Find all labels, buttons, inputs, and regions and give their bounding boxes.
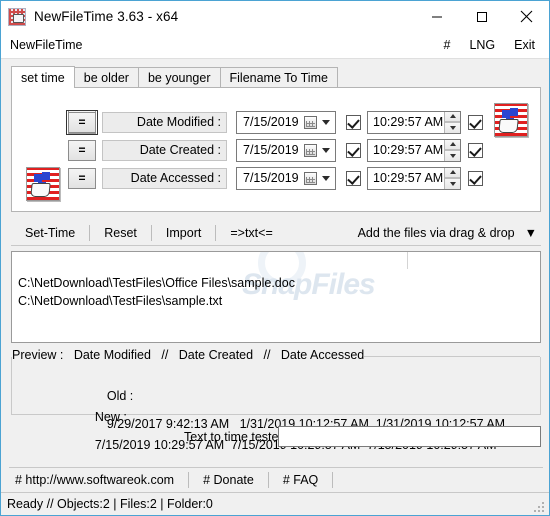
date-value-modified: 7/15/2019: [243, 115, 299, 129]
spinner-up-icon[interactable]: [445, 139, 460, 150]
command-bar: Set-Time Reset Import =>txt<= Add the fi…: [11, 220, 541, 246]
time-value-created: 10:29:57 AM: [373, 143, 444, 157]
status-text: Ready // Objects:2 | Files:2 | Folder:0: [7, 497, 213, 511]
time-spinner-accessed[interactable]: [444, 167, 460, 189]
chevron-down-icon[interactable]: [322, 147, 330, 153]
calendar-icon[interactable]: [304, 115, 317, 129]
time-value-accessed: 10:29:57 AM: [373, 171, 444, 185]
date-input-accessed[interactable]: 7/15/2019: [236, 166, 336, 190]
text-to-time-tester-input[interactable]: [278, 426, 541, 447]
text-to-time-tester-label: Text to time tester: [184, 430, 283, 444]
set-time-button[interactable]: Set-Time: [11, 220, 89, 246]
drag-drop-dropdown[interactable]: Add the files via drag & drop ▼: [358, 226, 541, 240]
spinner-down-icon[interactable]: [445, 178, 460, 189]
link-website[interactable]: # http://www.softwareok.com: [9, 473, 188, 487]
chevron-down-icon[interactable]: [322, 175, 330, 181]
export-txt-button[interactable]: =>txt<=: [216, 220, 286, 246]
preview-group: Preview : Date Modified // Date Created …: [11, 348, 541, 452]
time-spinner-created[interactable]: [444, 139, 460, 161]
import-button[interactable]: Import: [152, 220, 215, 246]
menu-item-hash[interactable]: #: [444, 38, 451, 52]
maximize-icon[interactable]: [459, 1, 504, 32]
time-input-created[interactable]: 10:29:57 AM: [367, 138, 461, 162]
minimize-icon[interactable]: [414, 1, 459, 32]
app-window: NewFileTime 3.63 - x64 NewFileTime # LNG…: [0, 0, 550, 516]
checkbox-date-modified[interactable]: [346, 114, 361, 130]
checkbox-time-accessed[interactable]: [468, 170, 483, 186]
spinner-up-icon[interactable]: [445, 111, 460, 122]
checkbox-time-created[interactable]: [468, 142, 483, 158]
time-input-accessed[interactable]: 10:29:57 AM: [367, 166, 461, 190]
spinner-up-icon[interactable]: [445, 167, 460, 178]
status-bar: Ready // Objects:2 | Files:2 | Folder:0: [1, 492, 549, 515]
spinner-down-icon[interactable]: [445, 122, 460, 133]
chevron-down-icon[interactable]: ▼: [525, 226, 537, 240]
equalize-button-created[interactable]: =: [68, 139, 96, 161]
tab-set-time[interactable]: set time: [11, 66, 75, 88]
calendar-icon[interactable]: [304, 171, 317, 185]
label-date-created: Date Created :: [102, 139, 227, 161]
spinner-down-icon[interactable]: [445, 150, 460, 161]
date-value-created: 7/15/2019: [243, 143, 299, 157]
set-time-panel: = Date Modified : 7/15/2019 10:29:57 AM …: [11, 87, 541, 212]
divider: [332, 472, 334, 488]
equalize-button-accessed[interactable]: =: [68, 167, 96, 189]
chevron-down-icon[interactable]: [322, 119, 330, 125]
link-donate[interactable]: # Donate: [189, 473, 268, 487]
list-item[interactable]: C:\NetDownload\TestFiles\Office Files\sa…: [12, 274, 540, 292]
time-stamp-icon-left[interactable]: [26, 167, 60, 201]
tab-be-younger[interactable]: be younger: [137, 67, 221, 88]
resize-grip-icon[interactable]: [534, 500, 546, 512]
checkbox-time-modified[interactable]: [468, 114, 483, 130]
label-date-modified: Date Modified :: [102, 111, 227, 133]
list-item[interactable]: C:\NetDownload\TestFiles\sample.txt: [12, 292, 540, 310]
tab-strip: set time be older be younger Filename To…: [11, 66, 541, 88]
file-list[interactable]: SnapFiles C:\NetDownload\TestFiles\Offic…: [11, 251, 541, 343]
date-input-created[interactable]: 7/15/2019: [236, 138, 336, 162]
title-bar: NewFileTime 3.63 - x64: [1, 1, 549, 32]
tab-be-older[interactable]: be older: [73, 67, 139, 88]
window-title: NewFileTime 3.63 - x64: [34, 9, 179, 24]
time-value-modified: 10:29:57 AM: [373, 115, 444, 129]
checkbox-date-created[interactable]: [346, 142, 361, 158]
menu-item-newfiletime[interactable]: NewFileTime: [10, 38, 82, 52]
window-controls: [414, 1, 549, 32]
label-date-accessed: Date Accessed :: [102, 167, 227, 189]
date-input-modified[interactable]: 7/15/2019: [236, 110, 336, 134]
menu-item-exit[interactable]: Exit: [514, 38, 535, 52]
menu-bar: NewFileTime # LNG Exit: [1, 32, 549, 59]
checkbox-date-accessed[interactable]: [346, 170, 361, 186]
preview-legend: Preview : Date Modified // Date Created …: [12, 348, 365, 362]
close-icon[interactable]: [504, 1, 549, 32]
date-value-accessed: 7/15/2019: [243, 171, 299, 185]
links-bar: # http://www.softwareok.com # Donate # F…: [9, 467, 543, 492]
menu-item-lng[interactable]: LNG: [469, 38, 495, 52]
calendar-icon[interactable]: [304, 143, 317, 157]
time-input-modified[interactable]: 10:29:57 AM: [367, 110, 461, 134]
time-spinner-modified[interactable]: [444, 111, 460, 133]
app-stamp-icon: [8, 7, 26, 26]
drag-drop-label: Add the files via drag & drop: [357, 225, 515, 240]
column-divider[interactable]: [407, 252, 408, 269]
reset-button[interactable]: Reset: [90, 220, 151, 246]
time-stamp-icon-right[interactable]: [494, 103, 528, 137]
link-faq[interactable]: # FAQ: [269, 473, 332, 487]
equalize-button-modified[interactable]: =: [66, 109, 98, 135]
preview-new-label: New :: [94, 410, 127, 424]
tab-filename-to-time[interactable]: Filename To Time: [219, 67, 338, 88]
